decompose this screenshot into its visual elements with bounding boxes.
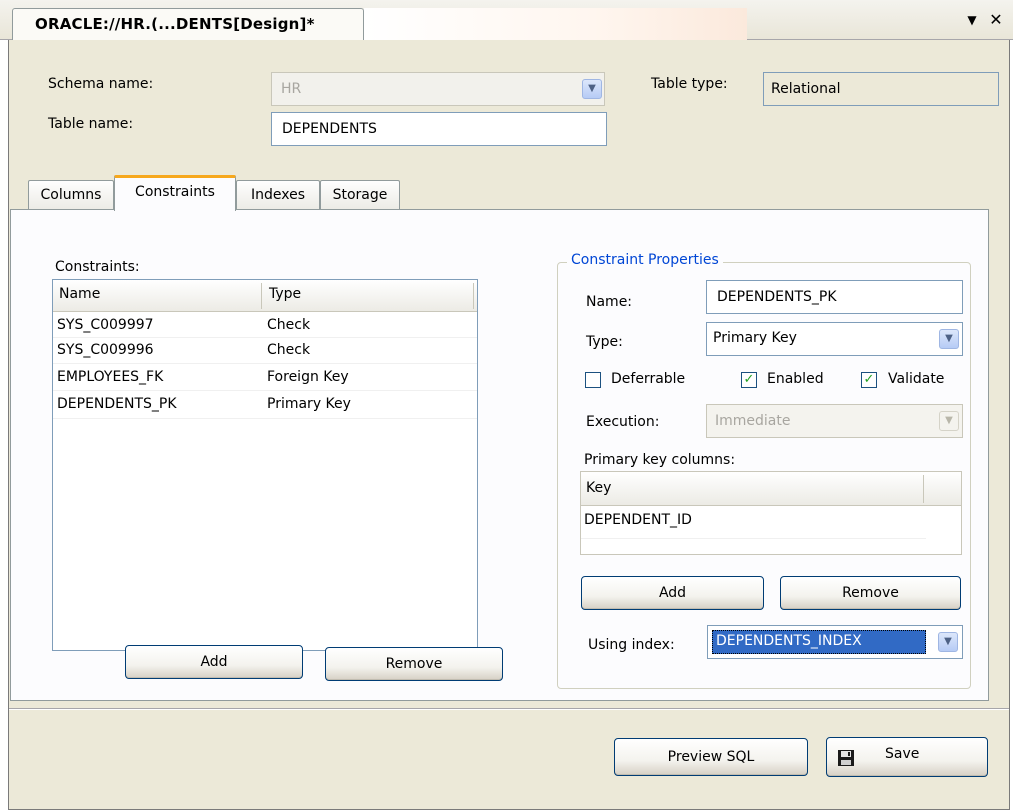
table-row[interactable]: DEPENDENTS_PK Primary Key bbox=[53, 391, 477, 415]
name-label: Name: bbox=[586, 294, 633, 310]
using-index-value: DEPENDENTS_INDEX bbox=[716, 633, 862, 649]
row-divider bbox=[53, 418, 477, 419]
table-row[interactable]: SYS_C009997 Check bbox=[53, 314, 477, 338]
add-constraint-button[interactable]: Add bbox=[125, 645, 303, 679]
column-divider[interactable] bbox=[261, 283, 262, 309]
schema-name-label: Schema name: bbox=[48, 76, 154, 92]
preview-sql-button[interactable]: Preview SQL bbox=[614, 738, 808, 776]
constraint-name: DEPENDENTS_PK bbox=[57, 396, 177, 412]
document-tab[interactable]: ORACLE://HR.(...DENTS[Design]* bbox=[12, 8, 364, 41]
save-button[interactable]: Save bbox=[826, 737, 988, 777]
footer-divider-highlight bbox=[9, 709, 1009, 710]
pk-columns-header: Key bbox=[581, 472, 961, 506]
table-row[interactable]: EMPLOYEES_FK Foreign Key bbox=[53, 364, 477, 388]
floppy-disk-icon bbox=[837, 747, 855, 766]
table-name-input[interactable]: DEPENDENTS bbox=[271, 112, 607, 146]
add-pk-column-button[interactable]: Add bbox=[581, 576, 764, 610]
using-index-combo[interactable]: DEPENDENTS_INDEX ▼ bbox=[707, 625, 963, 659]
constraints-label: Constraints: bbox=[55, 259, 140, 275]
constraint-name-input[interactable]: DEPENDENTS_PK bbox=[706, 280, 963, 314]
constraint-type: Primary Key bbox=[267, 396, 351, 412]
column-divider[interactable] bbox=[473, 283, 474, 309]
remove-constraint-button[interactable]: Remove bbox=[325, 647, 503, 681]
tab-storage[interactable]: Storage bbox=[320, 180, 400, 210]
validate-label[interactable]: Validate bbox=[888, 371, 944, 387]
list-item[interactable]: DEPENDENT_ID bbox=[581, 508, 926, 536]
execution-label: Execution: bbox=[586, 414, 660, 430]
save-label: Save bbox=[885, 746, 920, 762]
execution-value: Immediate bbox=[715, 413, 791, 429]
constraint-name: EMPLOYEES_FK bbox=[57, 369, 164, 385]
validate-checkbox[interactable]: ✓ bbox=[861, 372, 877, 388]
constraint-name: SYS_C009997 bbox=[57, 317, 154, 333]
constraint-type: Check bbox=[267, 317, 311, 333]
column-header-type[interactable]: Type bbox=[269, 286, 301, 302]
chevron-down-icon: ▼ bbox=[939, 411, 959, 431]
table-row[interactable]: SYS_C009996 Check bbox=[53, 338, 477, 362]
constraint-type-combo[interactable]: Primary Key ▼ bbox=[706, 322, 963, 356]
close-icon[interactable]: ✕ bbox=[986, 10, 1006, 30]
tab-indexes[interactable]: Indexes bbox=[236, 180, 320, 210]
chevron-down-icon[interactable]: ▼ bbox=[582, 79, 602, 99]
column-header-key[interactable]: Key bbox=[586, 480, 611, 496]
type-label: Type: bbox=[586, 334, 623, 350]
constraint-type-value: Primary Key bbox=[713, 330, 797, 346]
table-type-label: Table type: bbox=[651, 76, 728, 92]
row-divider bbox=[581, 538, 926, 539]
column-header-name[interactable]: Name bbox=[59, 286, 100, 302]
constraint-type: Check bbox=[267, 342, 311, 358]
deferrable-checkbox[interactable] bbox=[585, 372, 601, 388]
schema-name-value: HR bbox=[281, 81, 302, 97]
table-name-label: Table name: bbox=[48, 116, 134, 132]
column-divider[interactable] bbox=[923, 475, 924, 503]
tab-columns[interactable]: Columns bbox=[28, 180, 114, 210]
pk-columns-list[interactable]: Key DEPENDENT_ID bbox=[580, 471, 962, 555]
tab-constraints[interactable]: Constraints bbox=[114, 175, 236, 211]
using-index-label: Using index: bbox=[588, 637, 675, 653]
constraint-properties-title: Constraint Properties bbox=[567, 252, 723, 268]
execution-combo[interactable]: Immediate ▼ bbox=[706, 404, 963, 438]
chevron-down-icon[interactable]: ▼ bbox=[938, 632, 958, 652]
remove-pk-column-button[interactable]: Remove bbox=[780, 576, 961, 610]
enabled-checkbox[interactable]: ✓ bbox=[741, 372, 757, 388]
enabled-label[interactable]: Enabled bbox=[767, 371, 824, 387]
pk-columns-label: Primary key columns: bbox=[584, 452, 736, 468]
chevron-down-icon[interactable]: ▼ bbox=[939, 329, 959, 349]
constraints-list-header: Name Type bbox=[53, 280, 477, 312]
schema-name-combo[interactable]: HR ▼ bbox=[271, 72, 605, 106]
pk-column-name: DEPENDENT_ID bbox=[584, 512, 692, 528]
table-type-field: Relational bbox=[763, 72, 999, 106]
constraint-name: SYS_C009996 bbox=[57, 342, 154, 358]
constraint-type: Foreign Key bbox=[267, 369, 349, 385]
tab-list-dropdown-icon[interactable]: ▼ bbox=[962, 10, 982, 30]
tab-strip-fill bbox=[364, 8, 747, 41]
constraints-list[interactable]: Name Type SYS_C009997 Check SYS_C009996 … bbox=[52, 279, 478, 651]
deferrable-label[interactable]: Deferrable bbox=[611, 371, 685, 387]
